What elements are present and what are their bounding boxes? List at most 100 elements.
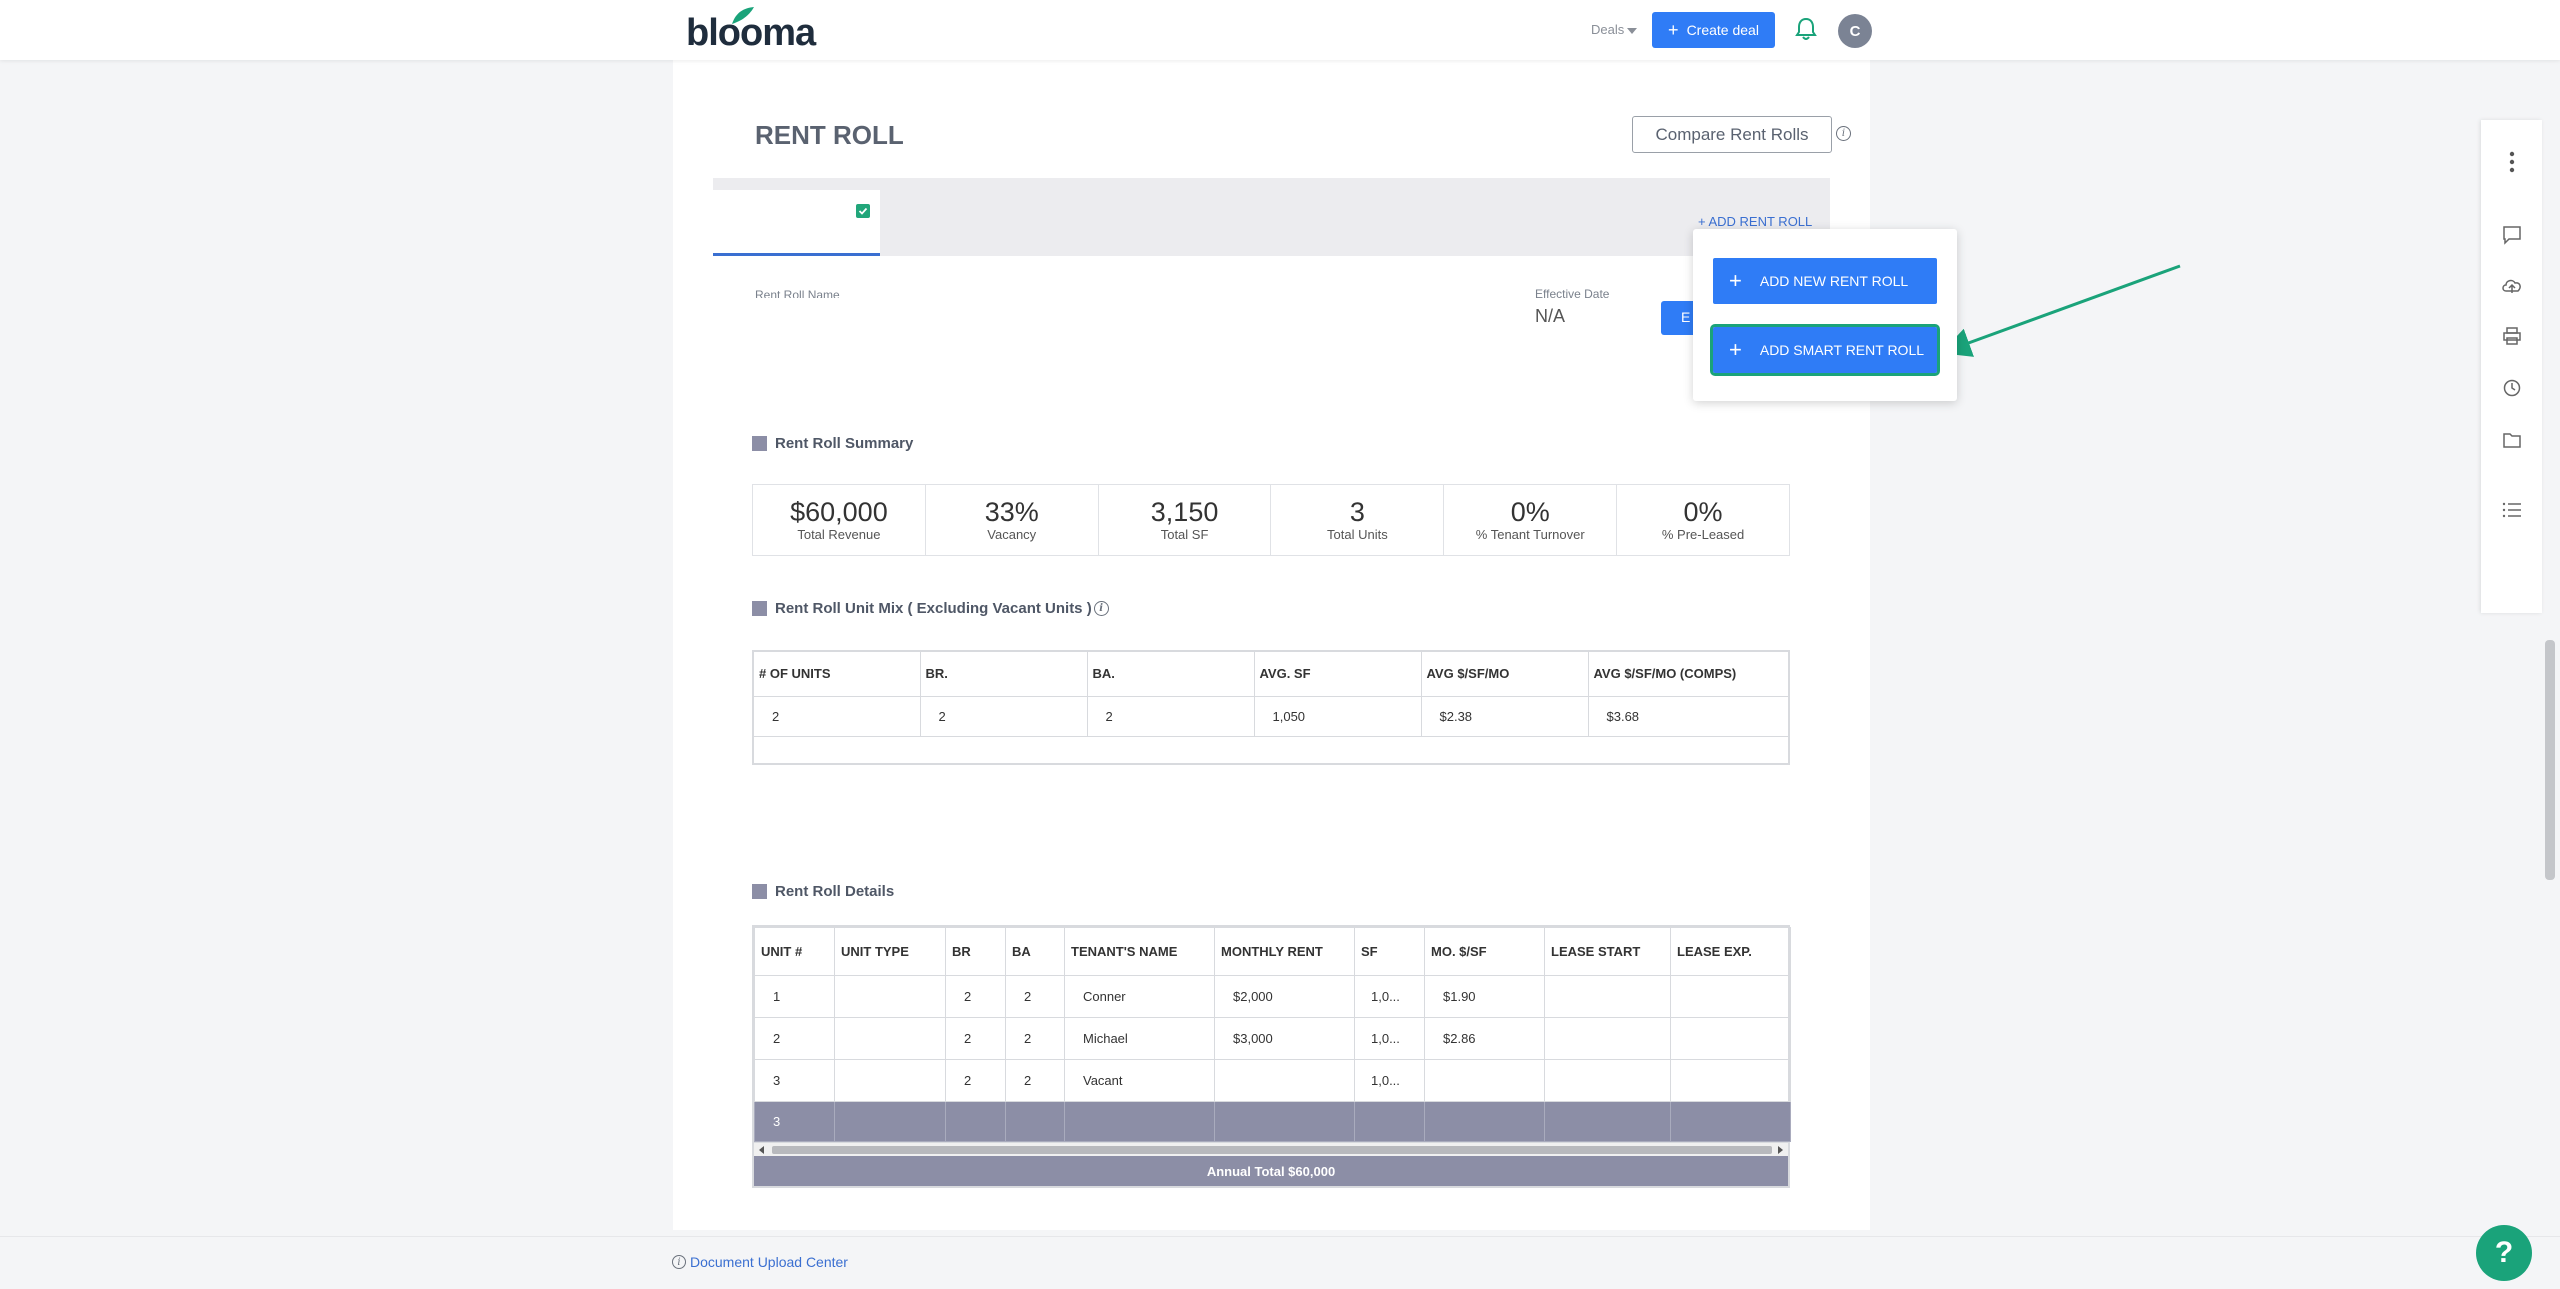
summary-vacancy: 33% Vacancy: [926, 485, 1099, 555]
summary-tenant-turnover: 0% % Tenant Turnover: [1444, 485, 1618, 555]
table-cell[interactable]: 2: [945, 1059, 1006, 1102]
print-icon[interactable]: [2481, 316, 2542, 356]
table-cell: $3.68: [1587, 695, 1790, 737]
more-vertical-icon[interactable]: [2481, 142, 2542, 182]
blooma-logo[interactable]: blooma: [686, 7, 816, 52]
table-cell: [1544, 1101, 1671, 1142]
horizontal-scrollbar[interactable]: [754, 1142, 1788, 1156]
info-icon[interactable]: i: [1836, 126, 1851, 141]
table-cell[interactable]: 2: [1005, 975, 1065, 1018]
table-cell[interactable]: $2.86: [1424, 1017, 1545, 1060]
total-count-cell: 3: [754, 1101, 835, 1142]
document-upload-center-link[interactable]: i Document Upload Center: [672, 1254, 848, 1270]
table-cell[interactable]: [1214, 1059, 1355, 1102]
table-cell[interactable]: [1544, 1059, 1671, 1102]
table-cell[interactable]: $1.90: [1424, 975, 1545, 1018]
table-cell[interactable]: 2: [945, 1017, 1006, 1060]
list-icon[interactable]: [2481, 490, 2542, 530]
summary-label: Total SF: [1160, 527, 1209, 543]
scroll-left-icon[interactable]: [759, 1146, 764, 1154]
summary-value: $60,000: [790, 496, 888, 527]
comment-icon[interactable]: [2481, 215, 2542, 255]
table-row[interactable]: 3 2 2 Vacant 1,0...: [754, 1059, 1791, 1102]
table-cell[interactable]: Conner: [1064, 975, 1215, 1018]
table-header-row: UNIT # UNIT TYPE BR BA TENANT'S NAME MON…: [754, 927, 1791, 976]
table-cell[interactable]: [1670, 975, 1791, 1018]
bell-icon[interactable]: [1795, 17, 1817, 41]
page-scrollbar[interactable]: [2545, 640, 2555, 880]
unit-mix-section-header: Rent Roll Unit Mix ( Excluding Vacant Un…: [752, 600, 1115, 617]
add-rent-roll-dropdown: [1693, 229, 1957, 401]
table-cell: [1354, 1101, 1425, 1142]
summary-value: 0%: [1510, 496, 1550, 527]
table-row[interactable]: 2 2 2 Michael $3,000 1,0... $2.86: [754, 1017, 1791, 1060]
details-title: Rent Roll Details: [775, 883, 895, 900]
table-cell[interactable]: 1,0...: [1354, 975, 1425, 1018]
add-new-rent-roll-button[interactable]: + ADD NEW RENT ROLL: [1713, 258, 1937, 304]
table-cell[interactable]: [834, 1017, 946, 1060]
table-cell[interactable]: 2: [1005, 1059, 1065, 1102]
column-header: AVG. SF: [1253, 650, 1422, 697]
table-cell: 2: [919, 695, 1088, 737]
table-cell[interactable]: 2: [1005, 1017, 1065, 1060]
table-cell[interactable]: 2: [754, 1017, 835, 1060]
table-cell[interactable]: [834, 975, 946, 1018]
table-cell[interactable]: Michael: [1064, 1017, 1215, 1060]
folder-icon[interactable]: [2481, 420, 2542, 460]
scroll-right-icon[interactable]: [1778, 1146, 1783, 1154]
leaf-icon: [732, 7, 754, 24]
table-row: 2 2 2 1,050 $2.38 $3.68: [752, 695, 1790, 737]
column-header: LEASE START: [1544, 927, 1671, 976]
table-cell[interactable]: [1544, 1017, 1671, 1060]
deals-menu[interactable]: Deals: [1591, 22, 1638, 37]
table-cell: 2: [1086, 695, 1255, 737]
column-header: TENANT'S NAME: [1064, 927, 1215, 976]
table-cell[interactable]: [1424, 1059, 1545, 1102]
total-row: 3: [754, 1101, 1791, 1142]
section-square-icon: [752, 884, 767, 899]
history-icon[interactable]: [2481, 368, 2542, 408]
table-cell: 2: [752, 695, 921, 737]
section-square-icon: [752, 436, 767, 451]
table-cell: [945, 1101, 1006, 1142]
table-row[interactable]: 1 2 2 Conner $2,000 1,0... $1.90: [754, 975, 1791, 1018]
deals-label: Deals: [1591, 22, 1625, 37]
table-cell[interactable]: $3,000: [1214, 1017, 1355, 1060]
user-avatar[interactable]: C: [1838, 14, 1872, 48]
column-header: SF: [1354, 927, 1425, 976]
table-cell: [834, 1101, 946, 1142]
add-new-rent-roll-label: ADD NEW RENT ROLL: [1759, 273, 1909, 289]
checkbox-checked-icon[interactable]: [856, 204, 870, 218]
compare-rent-rolls-button[interactable]: Compare Rent Rolls: [1632, 116, 1832, 153]
table-cell[interactable]: [834, 1059, 946, 1102]
column-header: LEASE EXP.: [1670, 927, 1791, 976]
table-cell[interactable]: 1,0...: [1354, 1017, 1425, 1060]
help-button[interactable]: ?: [2476, 1225, 2532, 1281]
table-cell[interactable]: Vacant: [1064, 1059, 1215, 1102]
table-cell[interactable]: 3: [754, 1059, 835, 1102]
rent-roll-tab-active[interactable]: [713, 190, 880, 256]
table-cell[interactable]: [1670, 1059, 1791, 1102]
annual-total-bar: Annual Total $60,000: [754, 1156, 1788, 1186]
table-cell[interactable]: 1: [754, 975, 835, 1018]
table-cell[interactable]: 2: [945, 975, 1006, 1018]
add-rent-roll-link[interactable]: + ADD RENT ROLL: [1698, 214, 1812, 229]
side-toolbar: [2481, 120, 2542, 613]
info-icon[interactable]: i: [1093, 601, 1109, 616]
summary-cards: $60,000 Total Revenue 33% Vacancy 3,150 …: [752, 484, 1790, 556]
table-cell: [752, 735, 1790, 765]
table-cell[interactable]: [1670, 1017, 1791, 1060]
create-deal-button[interactable]: + Create deal: [1652, 12, 1775, 48]
table-cell[interactable]: $2,000: [1214, 975, 1355, 1018]
table-cell[interactable]: [1544, 975, 1671, 1018]
table-header-row: # OF UNITS BR. BA. AVG. SF AVG $/SF/MO A…: [752, 650, 1790, 697]
column-header: BR.: [919, 650, 1088, 697]
add-smart-rent-roll-label: ADD SMART RENT ROLL: [1759, 342, 1925, 358]
cloud-upload-icon[interactable]: [2481, 266, 2542, 306]
add-smart-rent-roll-button[interactable]: + ADD SMART RENT ROLL: [1710, 324, 1940, 376]
scroll-thumb[interactable]: [772, 1146, 1772, 1154]
table-cell[interactable]: 1,0...: [1354, 1059, 1425, 1102]
details-table: UNIT # UNIT TYPE BR BA TENANT'S NAME MON…: [754, 927, 1791, 1142]
rent-roll-tabbar: [713, 178, 1830, 256]
table-cell: [1005, 1101, 1065, 1142]
